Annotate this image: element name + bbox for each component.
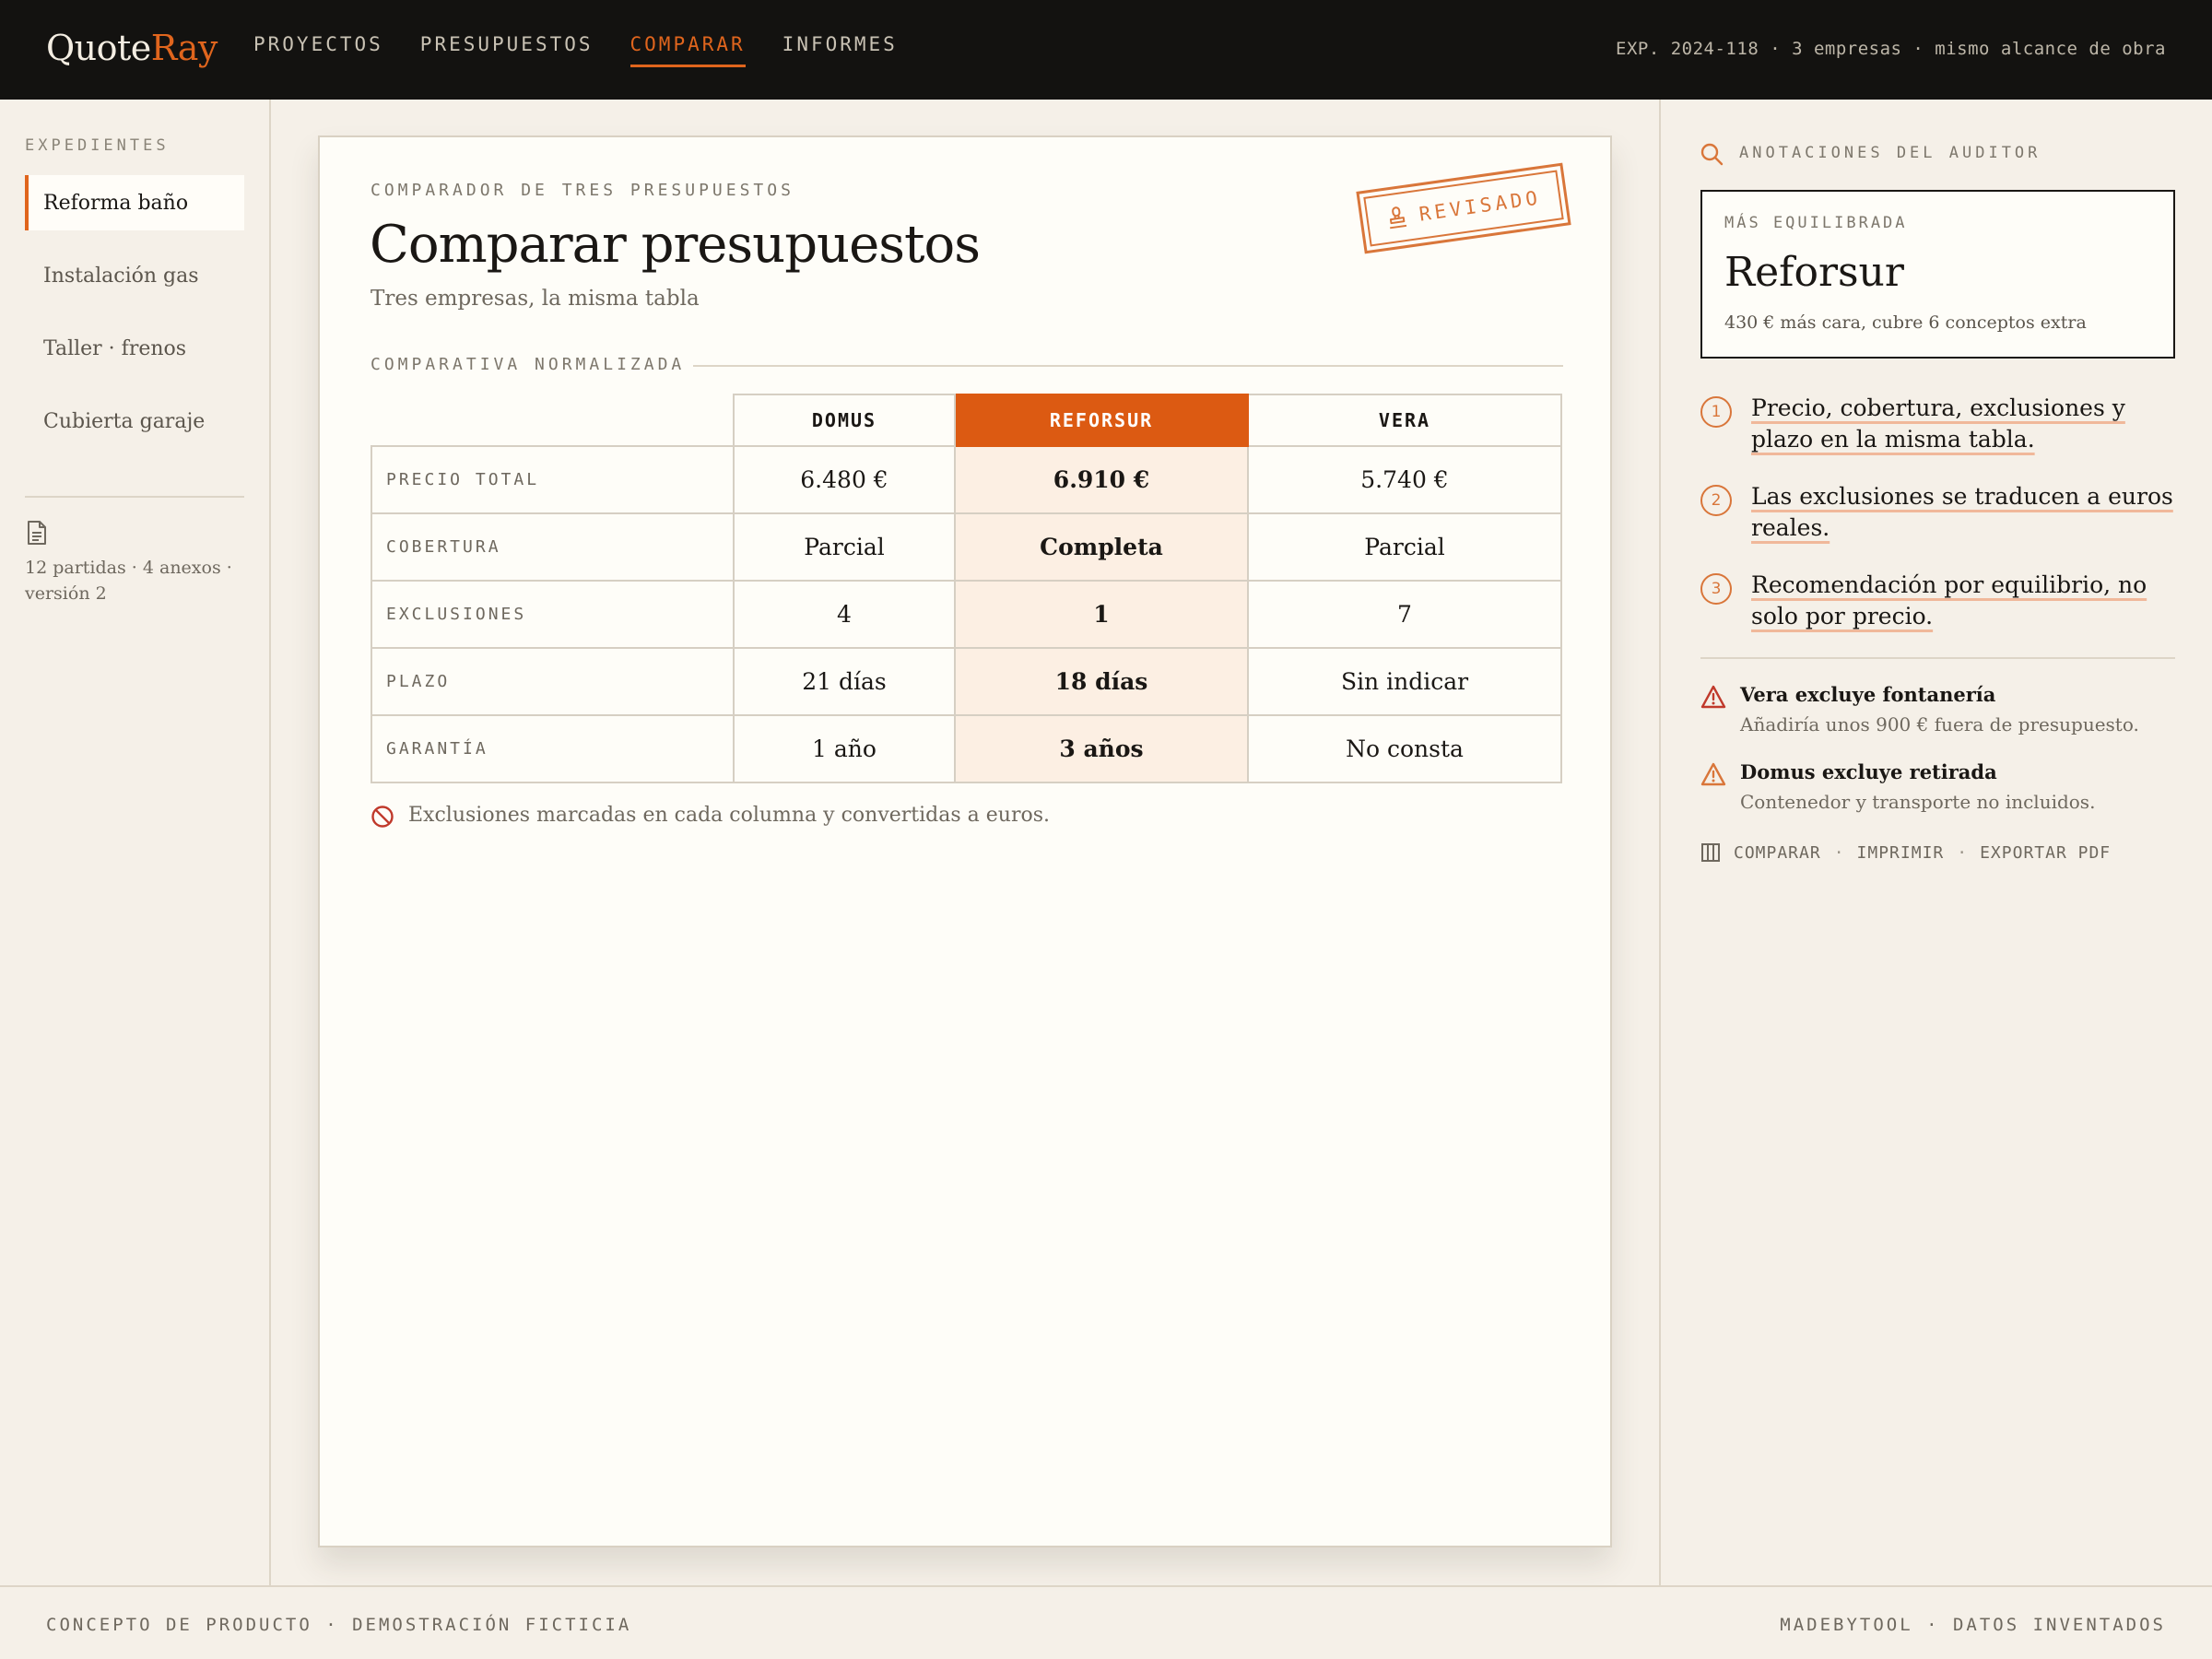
audit-points: 1 Precio, cobertura, exclusiones y plazo… <box>1700 393 2175 658</box>
table-header-row: DOMUS REFORSUR VERA <box>371 394 1562 447</box>
table-cell-highlight: 6.910 € <box>954 445 1249 514</box>
sidebar-heading: EXPEDIENTES <box>25 136 170 155</box>
comparison-card: COMPARADOR DE TRES PRESUPUESTOS Comparar… <box>318 135 1612 1547</box>
section-divider <box>693 365 1563 367</box>
main-nav: PROYECTOS PRESUPUESTOS COMPARAR INFORMES <box>253 33 898 67</box>
column-header-vera: VERA <box>1247 394 1562 447</box>
table-corner <box>371 394 735 447</box>
warning-triangle-icon <box>1700 685 1726 709</box>
brand-logo-part-1: Quote <box>46 28 151 68</box>
point-text: Recomendación por equilibrio, no solo po… <box>1751 571 2147 629</box>
recommendation-detail: 430 € más cara, cubre 6 conceptos extra <box>1724 312 2087 333</box>
list-item: 2 Las exclusiones se traducen a euros re… <box>1700 481 2175 544</box>
sidebar-divider <box>25 496 244 498</box>
sidebar-item-taller-frenos[interactable]: Taller · frenos <box>25 321 244 376</box>
panel-actions: COMPARAR · IMPRIMIR · EXPORTAR PDF <box>1700 842 2111 863</box>
table-cell-highlight: 3 años <box>954 714 1249 783</box>
stamp-icon <box>1390 206 1407 229</box>
case-meta: EXP. 2024-118 · 3 empresas · mismo alcan… <box>1616 39 2166 59</box>
column-header-reforsur: REFORSUR <box>954 394 1249 447</box>
table-cell-highlight: 18 días <box>954 647 1249 716</box>
table-row: PLAZO 21 días 18 días Sin indicar <box>371 647 1562 716</box>
row-label: PRECIO TOTAL <box>371 445 735 514</box>
sidebar-list: Reforma baño Instalación gas Taller · fr… <box>25 175 244 466</box>
warning-triangle-icon <box>1700 762 1726 786</box>
auditor-panel: ANOTACIONES DEL AUDITOR MÁS EQUILIBRADA … <box>1659 100 2212 1585</box>
comparison-table: DOMUS REFORSUR VERA PRECIO TOTAL 6.480 €… <box>371 394 1562 783</box>
column-header-domus: DOMUS <box>733 394 956 447</box>
recommendation-card: MÁS EQUILIBRADA Reforsur 430 € más cara,… <box>1700 190 2175 359</box>
search-icon <box>1700 143 1724 166</box>
brand-logo[interactable]: QuoteRay <box>46 28 218 68</box>
point-text: Precio, cobertura, exclusiones y plazo e… <box>1751 394 2125 453</box>
warning-detail: Contenedor y transporte no incluidos. <box>1740 791 2096 813</box>
list-item: 1 Precio, cobertura, exclusiones y plazo… <box>1700 393 2175 455</box>
stamp-label: REVISADO <box>1418 186 1543 226</box>
document-icon <box>28 521 46 545</box>
footer-right: MADEBYTOOL · DATOS INVENTADOS <box>1780 1615 2166 1635</box>
table-cell: Sin indicar <box>1247 647 1562 716</box>
action-exportar-pdf[interactable]: EXPORTAR PDF <box>1980 843 2111 863</box>
row-label: COBERTURA <box>371 512 735 582</box>
table-cell: Parcial <box>733 512 956 582</box>
case-details: 12 partidas · 4 anexos · versión 2 <box>25 558 232 604</box>
top-bar: QuoteRay PROYECTOS PRESUPUESTOS COMPARAR… <box>0 0 2212 100</box>
point-number: 1 <box>1700 396 1732 428</box>
sidebar-item-reforma-bano[interactable]: Reforma baño <box>25 175 244 230</box>
page-subtitle: Tres empresas, la misma tabla <box>371 287 700 311</box>
sidebar-item-instalacion-gas[interactable]: Instalación gas <box>25 248 244 303</box>
brand-logo-part-2: Ray <box>150 28 218 68</box>
table-row: COBERTURA Parcial Completa Parcial <box>371 512 1562 582</box>
table-cell: 1 año <box>733 714 956 783</box>
point-number: 2 <box>1700 485 1732 516</box>
nav-tab-comparar[interactable]: COMPARAR <box>629 33 746 67</box>
table-cell: No consta <box>1247 714 1562 783</box>
table-cell: 5.740 € <box>1247 445 1562 514</box>
columns-icon <box>1701 843 1720 862</box>
recommendation-name: Reforsur <box>1724 249 1904 296</box>
sidebar: EXPEDIENTES Reforma baño Instalación gas… <box>0 100 271 1585</box>
table-cell-highlight: Completa <box>954 512 1249 582</box>
nav-tab-presupuestos[interactable]: PRESUPUESTOS <box>420 33 594 67</box>
nav-tab-informes[interactable]: INFORMES <box>782 33 898 67</box>
table-cell: Parcial <box>1247 512 1562 582</box>
nav-tab-proyectos[interactable]: PROYECTOS <box>253 33 383 67</box>
table-cell: 21 días <box>733 647 956 716</box>
table-cell: 6.480 € <box>733 445 956 514</box>
footer: CONCEPTO DE PRODUCTO · DEMOSTRACIÓN FICT… <box>0 1585 2212 1659</box>
recommendation-eyebrow: MÁS EQUILIBRADA <box>1724 214 1908 232</box>
table-row: GARANTÍA 1 año 3 años No consta <box>371 714 1562 783</box>
table-cell: 4 <box>733 580 956 649</box>
reviewed-stamp: REVISADO <box>1356 162 1571 254</box>
card-eyebrow: COMPARADOR DE TRES PRESUPUESTOS <box>371 181 794 200</box>
prohibited-icon <box>371 806 394 828</box>
point-text: Las exclusiones se traducen a euros real… <box>1751 483 2173 541</box>
sidebar-item-cubierta-garaje[interactable]: Cubierta garaje <box>25 394 244 449</box>
table-cell: 7 <box>1247 580 1562 649</box>
warning-detail: Añadiría unos 900 € fuera de presupuesto… <box>1740 713 2139 735</box>
panel-heading: ANOTACIONES DEL AUDITOR <box>1739 144 2041 162</box>
page-title: Comparar presupuestos <box>370 215 981 275</box>
list-item: 3 Recomendación por equilibrio, no solo … <box>1700 570 2175 632</box>
warning-title: Vera excluye fontanería <box>1740 683 1996 706</box>
row-label: GARANTÍA <box>371 714 735 783</box>
row-label: PLAZO <box>371 647 735 716</box>
table-row: PRECIO TOTAL 6.480 € 6.910 € 5.740 € <box>371 445 1562 514</box>
section-label: COMPARATIVA NORMALIZADA <box>371 355 686 374</box>
point-number: 3 <box>1700 573 1732 605</box>
warning-title: Domus excluye retirada <box>1740 760 1997 783</box>
action-comparar[interactable]: COMPARAR <box>1734 843 1821 863</box>
panel-divider <box>1700 657 2175 659</box>
table-cell-highlight: 1 <box>954 580 1249 649</box>
exclusions-note: Exclusiones marcadas en cada columna y c… <box>408 804 1050 827</box>
table-row: EXCLUSIONES 4 1 7 <box>371 580 1562 649</box>
row-label: EXCLUSIONES <box>371 580 735 649</box>
footer-left: CONCEPTO DE PRODUCTO · DEMOSTRACIÓN FICT… <box>46 1615 632 1635</box>
action-imprimir[interactable]: IMPRIMIR <box>1857 843 1945 863</box>
